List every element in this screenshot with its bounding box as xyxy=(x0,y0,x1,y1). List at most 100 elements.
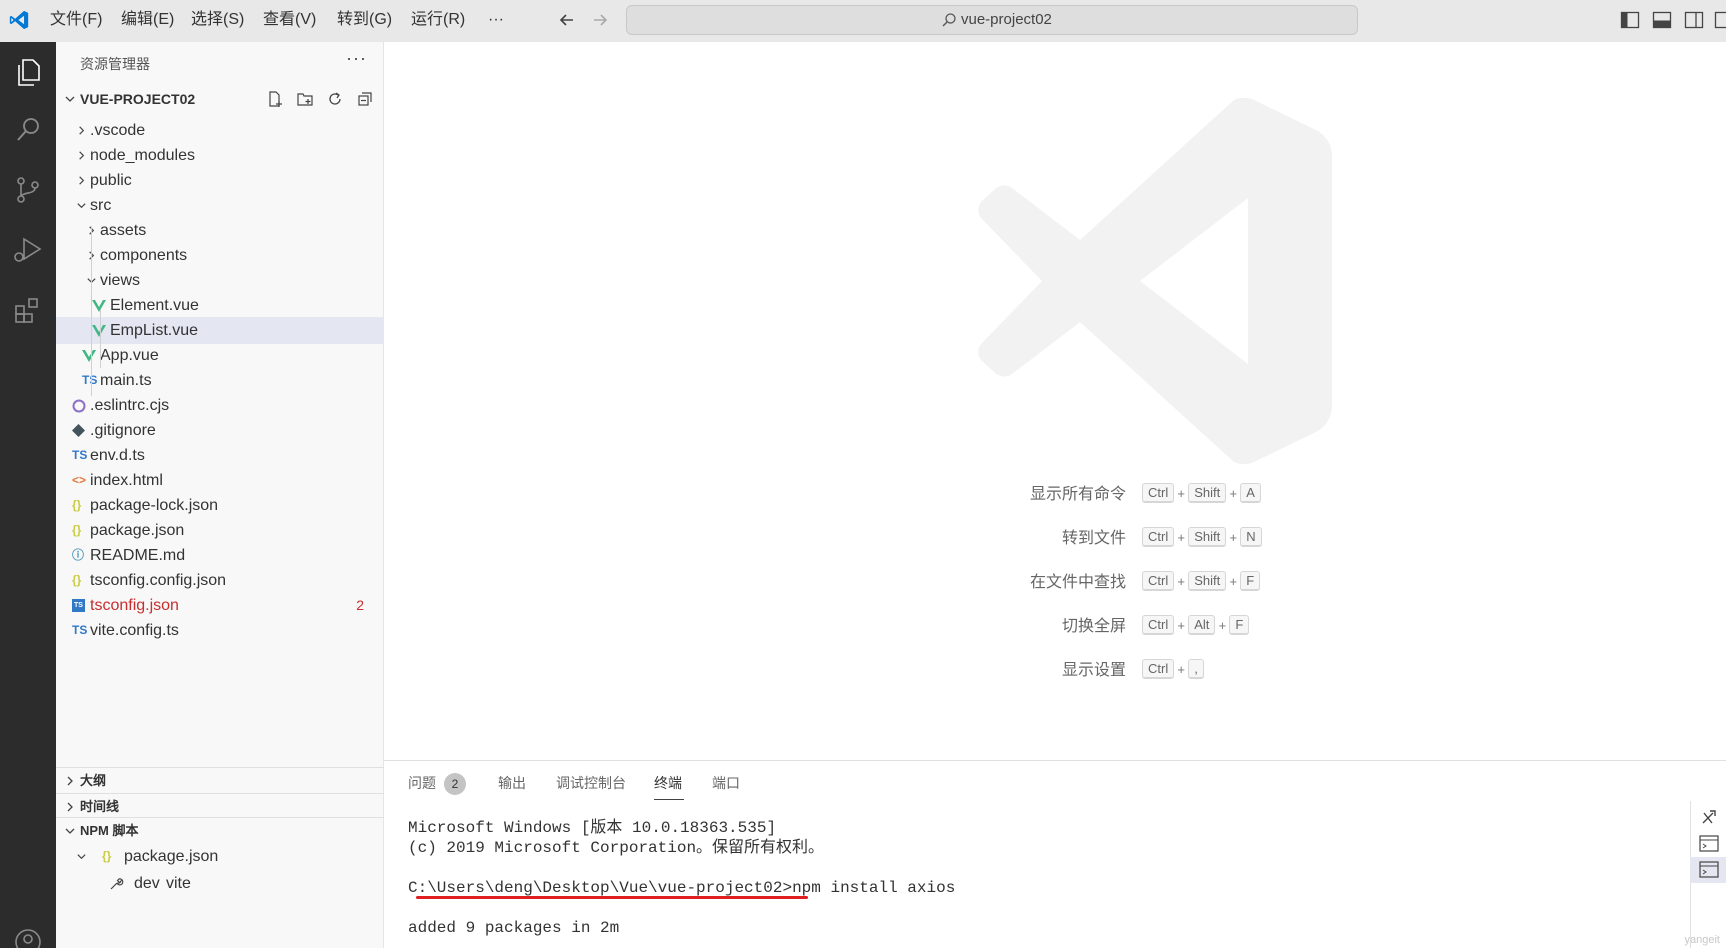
keyboard-key: N xyxy=(1240,527,1262,547)
panel-tab[interactable]: 调试控制台 xyxy=(556,771,626,795)
toggle-panel-icon[interactable] xyxy=(1652,11,1672,29)
terminal-tools-icon[interactable] xyxy=(1690,805,1726,831)
project-header[interactable]: VUE-PROJECT02 xyxy=(56,86,384,112)
json-file-icon: {} xyxy=(102,849,112,863)
file-row[interactable]: EmpList.vue xyxy=(56,317,384,344)
folder-row[interactable]: components xyxy=(56,242,384,269)
tree-item-label: components xyxy=(100,247,188,264)
folder-row[interactable]: public xyxy=(56,167,384,194)
menu-item[interactable]: 编辑(E) xyxy=(121,0,174,42)
key-separator: + xyxy=(1177,661,1186,677)
new-folder-icon[interactable] xyxy=(296,90,314,108)
typescript-file-icon: TS xyxy=(82,373,98,387)
chevron-right-icon xyxy=(79,176,85,185)
key-separator: + xyxy=(1218,617,1227,633)
account-icon[interactable] xyxy=(8,922,48,948)
annotation-underline xyxy=(416,896,808,899)
shortcut-keys: Ctrl + Shift + A xyxy=(1142,483,1261,507)
panel-tab-label: 端口 xyxy=(712,775,740,791)
chevron-right-icon xyxy=(79,126,85,135)
key-separator: + xyxy=(1177,573,1186,589)
file-row[interactable]: .gitignore xyxy=(56,417,384,444)
keyboard-key: A xyxy=(1240,483,1261,503)
toggle-primary-sidebar-icon[interactable] xyxy=(1620,11,1640,29)
json-file-icon: {} xyxy=(72,573,82,587)
file-row[interactable]: {} tsconfig.config.json xyxy=(56,567,384,594)
chevron-down-icon xyxy=(65,828,75,834)
menu-item[interactable]: 转到(G) xyxy=(337,0,392,42)
keyboard-key: Ctrl xyxy=(1142,527,1175,547)
terminal-instance-active-icon[interactable] xyxy=(1690,857,1726,883)
menu-item[interactable]: 文件(F) xyxy=(50,0,102,42)
tree-item-label: tsconfig.config.json xyxy=(90,572,227,589)
shortcut-keys: Ctrl + Alt + F xyxy=(1142,615,1250,639)
panel-tab[interactable]: 问题 2 xyxy=(408,771,466,796)
refresh-icon[interactable] xyxy=(326,90,344,108)
json-file-icon: {} xyxy=(72,523,82,537)
chevron-right-icon xyxy=(79,151,85,160)
section-header[interactable]: 大纲 xyxy=(56,767,384,793)
search-icon[interactable] xyxy=(8,110,48,150)
file-row[interactable]: <> index.html xyxy=(56,467,384,494)
back-arrow-icon[interactable] xyxy=(556,9,578,31)
source-control-icon[interactable] xyxy=(8,170,48,210)
tree-item-label: views xyxy=(100,272,141,289)
folder-row[interactable]: views xyxy=(56,267,384,294)
section-header[interactable]: NPM 脚本 xyxy=(56,817,384,843)
panel-tab-label: 输出 xyxy=(498,775,526,791)
section-header[interactable]: 时间线 xyxy=(56,793,384,819)
search-icon xyxy=(942,13,956,27)
menu-item[interactable]: ··· xyxy=(488,0,504,42)
panel-tab[interactable]: 输出 xyxy=(498,771,526,795)
shortcut-keys: Ctrl + Shift + F xyxy=(1142,571,1261,595)
forward-arrow-icon[interactable] xyxy=(589,9,611,31)
run-debug-icon[interactable] xyxy=(8,230,48,270)
customize-layout-icon[interactable] xyxy=(1714,11,1726,29)
vscode-logo-icon xyxy=(9,10,29,30)
keyboard-key: , xyxy=(1188,659,1204,679)
panel-tab[interactable]: 端口 xyxy=(712,771,740,795)
file-row[interactable]: Element.vue xyxy=(56,292,384,319)
menu-item[interactable]: 选择(S) xyxy=(191,0,244,42)
folder-row[interactable]: src xyxy=(56,192,384,219)
toggle-secondary-sidebar-icon[interactable] xyxy=(1684,11,1704,29)
folder-row[interactable]: assets xyxy=(56,217,384,244)
new-file-icon[interactable] xyxy=(266,90,284,108)
panel-tab[interactable]: 终端 xyxy=(654,771,682,795)
key-separator: + xyxy=(1229,573,1238,589)
key-separator: + xyxy=(1177,485,1186,501)
npm-script-row[interactable]: dev vite xyxy=(56,870,384,897)
command-center-search[interactable]: vue-project02 xyxy=(626,5,1358,35)
file-row[interactable]: TS main.ts xyxy=(56,367,384,394)
extensions-icon[interactable] xyxy=(8,290,48,330)
collapse-all-icon[interactable] xyxy=(356,90,374,108)
info-file-icon: ⓘ xyxy=(72,548,85,562)
file-row[interactable]: ⓘ README.md xyxy=(56,542,384,569)
tree-item-label: src xyxy=(90,197,112,214)
file-row[interactable]: {} package-lock.json xyxy=(56,492,384,519)
problem-count-badge: 2 xyxy=(356,597,364,613)
folder-row[interactable]: node_modules xyxy=(56,142,384,169)
menu-item[interactable]: 查看(V) xyxy=(263,0,316,42)
shortcut-label: 在文件中查找 xyxy=(1029,574,1126,591)
file-row[interactable]: TS tsconfig.json 2 xyxy=(56,592,384,619)
file-row[interactable]: TS env.d.ts xyxy=(56,442,384,469)
panel-tab-label: 调试控制台 xyxy=(556,775,626,791)
file-row[interactable]: TS vite.config.ts xyxy=(56,617,384,644)
chevron-right-icon xyxy=(67,802,73,812)
explorer-icon[interactable] xyxy=(8,52,48,92)
folder-row[interactable]: .vscode xyxy=(56,117,384,144)
file-row[interactable]: {} package.json xyxy=(56,517,384,544)
terminal-instance-icon[interactable] xyxy=(1690,831,1726,857)
keyboard-key: Alt xyxy=(1188,615,1216,635)
html-file-icon: <> xyxy=(72,473,87,487)
file-row[interactable]: App.vue xyxy=(56,342,384,369)
menu-item[interactable]: 运行(R) xyxy=(411,0,465,42)
shortcut-row: 转到文件 xyxy=(384,527,1126,551)
keyboard-key: Shift xyxy=(1188,527,1227,547)
vue-file-icon xyxy=(82,350,96,362)
key-separator: + xyxy=(1177,617,1186,633)
file-row[interactable]: .eslintrc.cjs xyxy=(56,392,384,419)
npm-file-row[interactable]: {} package.json xyxy=(56,843,384,870)
more-actions-button[interactable]: ··· xyxy=(346,48,367,69)
